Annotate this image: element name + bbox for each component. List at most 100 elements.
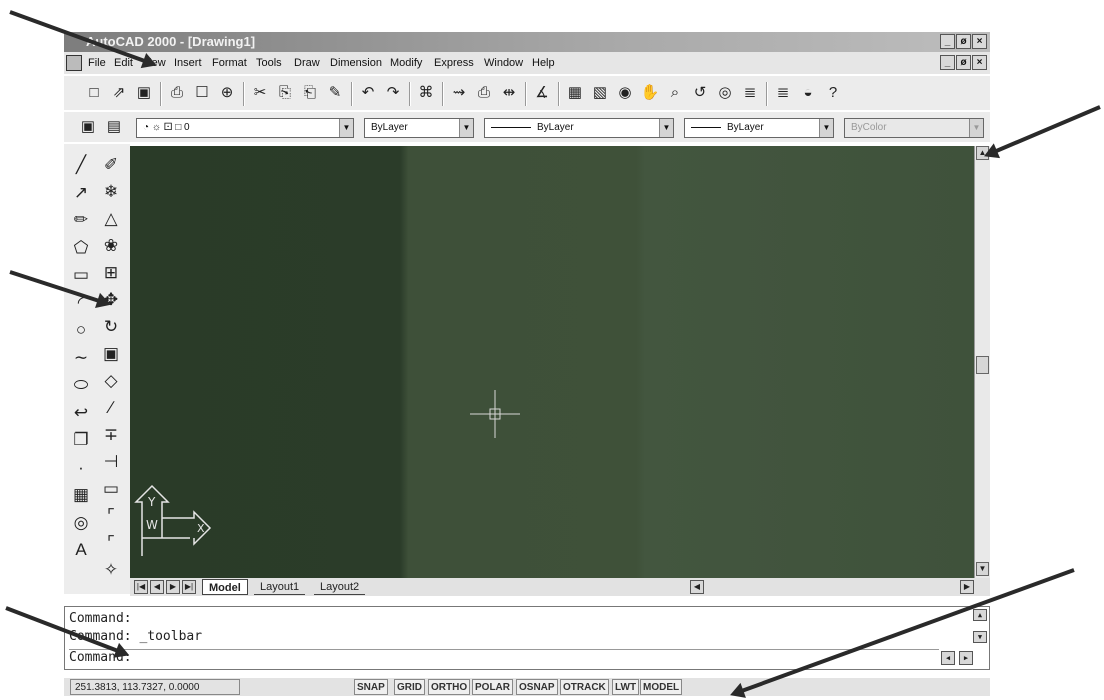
otrack-button[interactable]: OTRACK <box>560 679 609 695</box>
object-props-icon[interactable]: ≣ <box>740 83 760 103</box>
grid-button[interactable]: GRID <box>394 679 425 695</box>
doc-minimize-button[interactable]: _ <box>940 55 955 70</box>
menu-express[interactable]: Express <box>434 52 474 74</box>
scale-icon[interactable]: ▣ <box>98 341 124 367</box>
hscroll-right-icon[interactable]: ▶ <box>960 580 974 594</box>
ucs-icon[interactable]: ∡ <box>532 83 552 103</box>
zoom-window-icon[interactable]: ⌕ <box>665 83 685 103</box>
doc-restore-button[interactable]: ø <box>956 55 971 70</box>
region-icon[interactable]: ◎ <box>68 510 94 536</box>
redo-icon[interactable]: ↷ <box>383 83 403 103</box>
tracking-icon[interactable]: ⇝ <box>449 83 469 103</box>
close-button[interactable]: × <box>972 34 987 49</box>
cmd-hscroll-right-icon[interactable]: ▶ <box>959 651 973 665</box>
zoom-previous-icon[interactable]: ↺ <box>690 83 710 103</box>
explode-icon[interactable]: ✧ <box>98 557 124 583</box>
copy-object-icon[interactable]: ❄ <box>98 179 124 205</box>
layer-combo[interactable]: ◔ ☼ ⚀ □ 0 ▼ <box>136 118 354 138</box>
fillet-icon[interactable]: ⌜ <box>98 530 124 556</box>
stretch-icon[interactable]: ◇ <box>98 368 124 394</box>
lwt-button[interactable]: LWT <box>612 679 640 695</box>
linetype-combo[interactable]: ByLayer ▼ <box>484 118 674 138</box>
cmd-scroll-up-icon[interactable]: ▲ <box>973 609 987 621</box>
zoom-extents-icon[interactable]: ◎ <box>715 83 735 103</box>
tab-last-icon[interactable]: ▶| <box>182 580 196 594</box>
cmd-scroll-down-icon[interactable]: ▼ <box>973 631 987 643</box>
snap-from-icon[interactable]: ⎙ <box>474 83 494 103</box>
tab-prev-icon[interactable]: ◀ <box>150 580 164 594</box>
tab-first-icon[interactable]: |◀ <box>134 580 148 594</box>
make-block-icon[interactable]: ❐ <box>68 427 94 453</box>
coordinate-display[interactable]: 251.3813, 113.7327, 0.0000 <box>70 679 240 695</box>
database-icon[interactable]: ◒ <box>798 83 818 103</box>
menu-window[interactable]: Window <box>484 52 523 74</box>
scroll-down-icon[interactable]: ▼ <box>976 562 989 576</box>
line-icon[interactable]: ╱ <box>68 152 94 178</box>
spline-icon[interactable]: ∼ <box>68 345 94 371</box>
hyperlink-icon[interactable]: ⌘ <box>416 83 436 103</box>
open-icon[interactable]: ⇗ <box>109 83 129 103</box>
properties-icon[interactable]: ▦ <box>565 83 585 103</box>
menu-draw[interactable]: Draw <box>294 52 320 74</box>
rectangle-icon[interactable]: ▭ <box>68 262 94 288</box>
scroll-thumb[interactable] <box>976 356 989 374</box>
design-center-icon[interactable]: ▧ <box>590 83 610 103</box>
polar-button[interactable]: POLAR <box>472 679 513 695</box>
tab-next-icon[interactable]: ▶ <box>166 580 180 594</box>
paste-icon[interactable]: ⎗ <box>300 83 320 103</box>
menu-dimension[interactable]: Dimension <box>330 52 382 74</box>
tab-model[interactable]: Model <box>202 579 248 595</box>
match-properties-icon[interactable]: ✎ <box>325 83 345 103</box>
tab-layout1[interactable]: Layout1 <box>254 579 306 595</box>
layers-icon[interactable]: ▣ <box>78 117 98 137</box>
chevron-down-icon[interactable]: ▼ <box>819 119 833 137</box>
polyline-icon[interactable]: ✏ <box>68 207 94 233</box>
insert-block-icon[interactable]: ↩ <box>68 400 94 426</box>
menu-format[interactable]: Format <box>212 52 247 74</box>
menu-help[interactable]: Help <box>532 52 555 74</box>
command-window[interactable]: Command: Command: _toolbar Command: ▲ ▼ … <box>64 606 990 670</box>
array-icon[interactable]: ⊞ <box>98 260 124 286</box>
chevron-down-icon[interactable]: ▼ <box>339 119 353 137</box>
menu-modify[interactable]: Modify <box>390 52 422 74</box>
view-orbit-icon[interactable]: ◉ <box>615 83 635 103</box>
osnap-button[interactable]: OSNAP <box>516 679 558 695</box>
save-icon[interactable]: ▣ <box>134 83 154 103</box>
construction-line-icon[interactable]: ↗ <box>68 180 94 206</box>
copy-icon[interactable]: ⎘ <box>275 83 295 103</box>
extend-icon[interactable]: ⊣ <box>98 449 124 475</box>
hscroll-left-icon[interactable]: ◀ <box>690 580 704 594</box>
zoom-realtime-icon[interactable]: ⊕ <box>217 83 237 103</box>
ellipse-icon[interactable]: ⬭ <box>68 372 94 398</box>
cmd-hscroll-left-icon[interactable]: ◀ <box>941 651 955 665</box>
tab-layout2[interactable]: Layout2 <box>314 579 366 595</box>
chamfer-icon[interactable]: ⌜ <box>98 503 124 529</box>
snap-button[interactable]: SNAP <box>354 679 388 695</box>
make-layer-current-icon[interactable]: ▤ <box>104 117 124 137</box>
layer-props-icon[interactable]: ≣ <box>773 83 793 103</box>
menu-file[interactable]: File <box>88 52 106 74</box>
mirror-icon[interactable]: △ <box>98 206 124 232</box>
trim-icon[interactable]: ∓ <box>98 422 124 448</box>
ortho-button[interactable]: ORTHO <box>428 679 471 695</box>
point-icon[interactable]: · <box>68 455 94 481</box>
circle-icon[interactable]: ○ <box>68 317 94 343</box>
help-icon[interactable]: ? <box>823 83 843 103</box>
polygon-icon[interactable]: ⬠ <box>68 235 94 261</box>
erase-icon[interactable]: ✐ <box>98 152 124 178</box>
hatch-icon[interactable]: ▦ <box>68 482 94 508</box>
vertical-scrollbar[interactable]: ▲ ▼ <box>974 146 990 578</box>
break-icon[interactable]: ▭ <box>98 476 124 502</box>
distance-icon[interactable]: ⇹ <box>499 83 519 103</box>
minimize-button[interactable]: _ <box>940 34 955 49</box>
print-preview-icon[interactable]: ☐ <box>192 83 212 103</box>
offset-icon[interactable]: ❀ <box>98 233 124 259</box>
text-icon[interactable]: A <box>68 537 94 563</box>
menu-insert[interactable]: Insert <box>174 52 202 74</box>
chevron-down-icon[interactable]: ▼ <box>659 119 673 137</box>
autocad-logo-icon[interactable] <box>66 55 82 71</box>
lineweight-combo[interactable]: ByLayer ▼ <box>684 118 834 138</box>
undo-icon[interactable]: ↶ <box>358 83 378 103</box>
lengthen-icon[interactable]: ∕ <box>98 395 124 421</box>
cut-icon[interactable]: ✂ <box>250 83 270 103</box>
